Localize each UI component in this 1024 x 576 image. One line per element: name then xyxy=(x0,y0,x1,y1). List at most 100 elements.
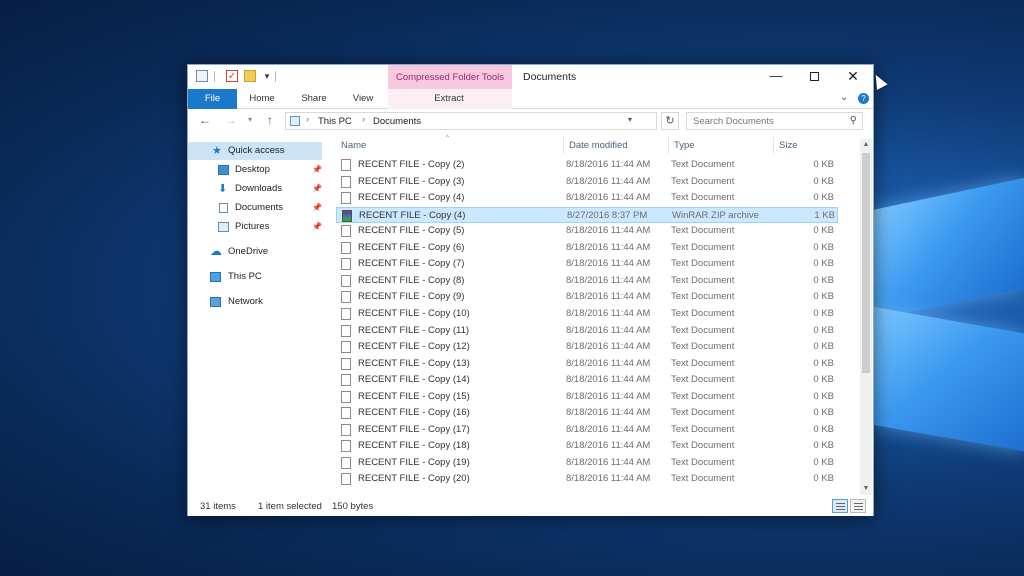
back-arrow-icon[interactable]: ← xyxy=(198,113,212,127)
address-dropdown-icon[interactable]: ▾ xyxy=(628,115,632,124)
table-row[interactable]: RECENT FILE - Copy (7) 8/18/2016 11:44 AM… xyxy=(336,256,838,272)
close-button[interactable]: ✕ xyxy=(833,65,873,89)
column-divider[interactable] xyxy=(668,137,669,154)
file-name: RECENT FILE - Copy (2) xyxy=(358,159,465,170)
check-icon[interactable]: ✓ xyxy=(226,70,238,82)
file-type: WinRAR ZIP archive xyxy=(672,209,759,221)
minimize-button[interactable]: — xyxy=(756,65,796,89)
table-row[interactable]: RECENT FILE - Copy (18) 8/18/2016 11:44 A… xyxy=(336,438,838,454)
table-row[interactable]: RECENT FILE - Copy (4) 8/18/2016 11:44 AM… xyxy=(336,190,838,206)
file-name: RECENT FILE - Copy (3) xyxy=(358,175,465,187)
scroll-thumb[interactable] xyxy=(862,153,870,373)
file-size: 0 KB xyxy=(813,225,834,237)
file-date: 8/27/2016 8:37 PM xyxy=(567,209,648,221)
breadcrumb-separator-icon[interactable]: › xyxy=(362,114,365,124)
pin-icon[interactable]: 📌 xyxy=(312,161,322,179)
column-header-size[interactable]: Size xyxy=(779,135,839,156)
table-row[interactable]: RECENT FILE - Copy (2) 8/18/2016 11:44 AM… xyxy=(336,157,838,173)
text-file-icon xyxy=(341,407,351,420)
table-row[interactable]: RECENT FILE - Copy (20) 8/18/2016 11:44 A… xyxy=(336,471,838,487)
file-type: Text Document xyxy=(671,374,735,386)
search-input[interactable] xyxy=(687,113,837,129)
nav-item-onedrive[interactable]: ☁ OneDrive xyxy=(188,243,322,261)
this-pc-icon xyxy=(290,116,300,126)
nav-item-pictures[interactable]: Pictures 📌 xyxy=(188,218,322,236)
ribbon-tabs: File Home Share View Extract ⌄ ? xyxy=(188,89,873,109)
nav-item-downloads[interactable]: ⬇ Downloads 📌 xyxy=(188,180,322,198)
nav-item-this-pc[interactable]: This PC xyxy=(188,268,322,286)
table-row[interactable]: RECENT FILE - Copy (3) 8/18/2016 11:44 AM… xyxy=(336,174,838,190)
table-row[interactable]: RECENT FILE - Copy (17) 8/18/2016 11:44 A… xyxy=(336,422,838,438)
tab-view[interactable]: View xyxy=(346,89,380,109)
file-type: Text Document xyxy=(671,258,735,270)
table-row[interactable]: RECENT FILE - Copy (15) 8/18/2016 11:44 A… xyxy=(336,389,838,405)
pin-icon[interactable]: 📌 xyxy=(312,199,322,217)
table-row[interactable]: RECENT FILE - Copy (19) 8/18/2016 11:44 A… xyxy=(336,455,838,471)
file-date: 8/18/2016 11:44 AM xyxy=(566,374,651,386)
file-date: 8/18/2016 11:44 AM xyxy=(566,324,651,336)
file-size: 0 KB xyxy=(813,341,834,353)
file-type: Text Document xyxy=(671,225,735,237)
pin-icon[interactable]: 📌 xyxy=(312,218,322,236)
file-name: RECENT FILE - Copy (8) xyxy=(358,274,465,286)
table-row[interactable]: RECENT FILE - Copy (8) 8/18/2016 11:44 AM… xyxy=(336,273,838,289)
file-type: Text Document xyxy=(671,423,735,435)
tab-extract[interactable]: Extract xyxy=(424,89,474,109)
table-row[interactable]: RECENT FILE - Copy (11) 8/18/2016 11:44 A… xyxy=(336,323,838,339)
recent-locations-icon[interactable]: ▾ xyxy=(243,113,257,127)
tab-file[interactable]: File xyxy=(188,89,237,109)
new-folder-icon[interactable] xyxy=(244,70,256,82)
table-row[interactable]: RECENT FILE - Copy (4) 8/27/2016 8:37 PM W… xyxy=(336,206,838,223)
column-header-date[interactable]: Date modified xyxy=(569,135,669,156)
file-date: 8/18/2016 11:44 AM xyxy=(566,390,651,402)
file-date: 8/18/2016 11:44 AM xyxy=(566,258,651,270)
table-row[interactable]: RECENT FILE - Copy (10) 8/18/2016 11:44 A… xyxy=(336,306,838,322)
file-name: RECENT FILE - Copy (11) xyxy=(358,324,470,336)
nav-item-quick-access[interactable]: ★ Quick access xyxy=(188,142,322,160)
customize-toolbar-icon[interactable]: ▾ xyxy=(261,70,273,82)
refresh-button[interactable]: ↻ xyxy=(661,112,679,130)
selection-count: 1 item selected xyxy=(258,501,322,512)
cloud-icon: ☁ xyxy=(210,244,222,258)
nav-item-network[interactable]: Network xyxy=(188,293,322,311)
expand-ribbon-icon[interactable]: ⌄ xyxy=(840,92,848,103)
column-divider[interactable] xyxy=(773,137,774,154)
table-row[interactable]: RECENT FILE - Copy (6) 8/18/2016 11:44 AM… xyxy=(336,240,838,256)
scroll-up-icon[interactable]: ▲ xyxy=(860,139,872,151)
table-row[interactable]: RECENT FILE - Copy (13) 8/18/2016 11:44 A… xyxy=(336,356,838,372)
table-row[interactable]: RECENT FILE - Copy (14) 8/18/2016 11:44 A… xyxy=(336,372,838,388)
tab-home[interactable]: Home xyxy=(244,89,280,109)
nav-item-desktop[interactable]: Desktop 📌 xyxy=(188,161,322,179)
file-date: 8/18/2016 11:44 AM xyxy=(566,307,651,319)
tab-share[interactable]: Share xyxy=(296,89,332,109)
breadcrumb-this-pc[interactable]: This PC xyxy=(318,116,352,127)
pin-icon[interactable]: 📌 xyxy=(312,180,322,198)
table-row[interactable]: RECENT FILE - Copy (5) 8/18/2016 11:44 AM… xyxy=(336,223,838,239)
column-header-type[interactable]: Type xyxy=(674,135,774,156)
address-bar[interactable]: › This PC › Documents ▾ xyxy=(285,112,657,130)
column-header-name[interactable]: Name xyxy=(341,135,561,156)
column-divider[interactable] xyxy=(563,137,564,154)
nav-item-documents[interactable]: Documents 📌 xyxy=(188,199,322,217)
breadcrumb-documents[interactable]: Documents xyxy=(373,116,421,127)
table-row[interactable]: RECENT FILE - Copy (16) 8/18/2016 11:44 A… xyxy=(336,405,838,421)
properties-icon[interactable] xyxy=(196,70,208,82)
breadcrumb-separator-icon[interactable]: › xyxy=(306,114,309,124)
nav-label: Downloads xyxy=(235,183,282,194)
table-row[interactable]: RECENT FILE - Copy (9) 8/18/2016 11:44 AM… xyxy=(336,289,838,305)
text-file-icon xyxy=(341,241,351,254)
search-icon[interactable]: ⚲ xyxy=(850,115,857,126)
file-date: 8/18/2016 11:44 AM xyxy=(566,225,651,237)
scroll-down-icon[interactable]: ▼ xyxy=(860,483,872,495)
file-date: 8/18/2016 11:44 AM xyxy=(566,456,651,468)
forward-arrow-icon[interactable]: → xyxy=(224,113,238,127)
vertical-scrollbar[interactable]: ▲ ▼ xyxy=(860,139,872,495)
file-type: Text Document xyxy=(671,307,735,319)
details-view-icon[interactable] xyxy=(832,499,848,513)
large-icons-view-icon[interactable] xyxy=(850,499,866,513)
search-box[interactable]: ⚲ xyxy=(686,112,863,130)
up-arrow-icon[interactable]: ↑ xyxy=(263,113,277,127)
table-row[interactable]: RECENT FILE - Copy (12) 8/18/2016 11:44 A… xyxy=(336,339,838,355)
help-icon[interactable]: ? xyxy=(858,93,869,104)
maximize-button[interactable] xyxy=(794,65,834,89)
